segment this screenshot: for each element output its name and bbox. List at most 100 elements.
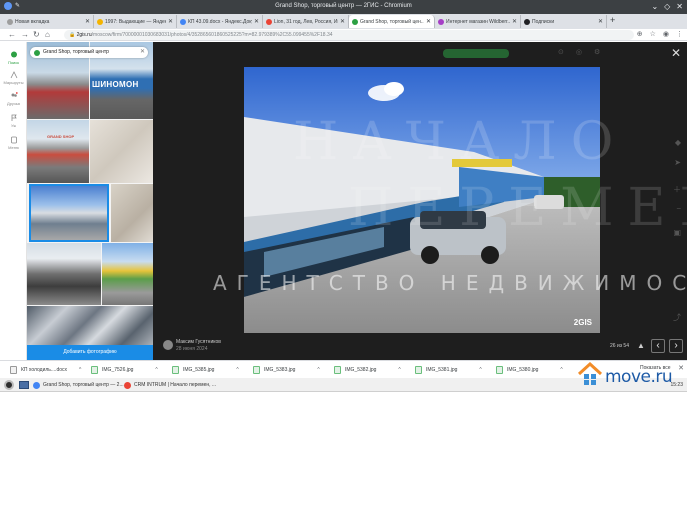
tab-close-icon[interactable]: ✕	[85, 18, 90, 25]
tab[interactable]: Интернет магазин Wildberr... ✕	[435, 15, 521, 28]
image-file-icon	[91, 366, 98, 374]
download-menu-icon[interactable]: ^	[317, 367, 319, 373]
tab-label: 1997: Выдающие — Яндекс	[105, 18, 166, 25]
share-icon[interactable]: ⤴	[673, 312, 681, 323]
zoom-in-icon[interactable]: ＋	[673, 184, 681, 195]
add-place-button[interactable]	[443, 49, 509, 58]
gallery-thumbnail[interactable]	[27, 243, 101, 305]
compass-icon[interactable]: ◆	[675, 138, 681, 147]
download-item[interactable]: КП холодиль....docx ^	[10, 364, 81, 376]
rail-item-flag[interactable]: Уж	[0, 114, 27, 128]
download-name: IMG_5381.jpg	[426, 367, 458, 373]
zoom-out-icon[interactable]: −	[676, 204, 681, 213]
reload-icon[interactable]: ↻	[33, 29, 40, 41]
place-chip[interactable]: Grand Shop, торговый центр ✕	[30, 47, 148, 58]
download-menu-icon[interactable]: ^	[398, 367, 400, 373]
previous-photo-button[interactable]: ‹	[651, 339, 665, 353]
taskbar-window-button[interactable]: CRM INTRUM | Начало перемен, ...	[124, 380, 216, 390]
rail-item-menu[interactable]: Меню	[0, 136, 27, 150]
chip-close-icon[interactable]: ✕	[140, 47, 145, 58]
tab[interactable]: КП 43.09.docx - Яндекс.Докум ✕	[177, 15, 263, 28]
tab-label: Подписки	[532, 18, 555, 25]
map-layers-icon[interactable]: ▣	[673, 228, 681, 237]
zoom-icon[interactable]: ⊕	[637, 29, 643, 41]
download-name: IMG_5383.jpg	[264, 367, 296, 373]
place-pin-icon	[34, 50, 40, 56]
tab[interactable]: Lion, 31 год, Лев, Россия, Ин... ✕	[263, 15, 349, 28]
next-photo-button[interactable]: ›	[669, 339, 683, 353]
close-viewer-icon[interactable]: ✕	[671, 46, 681, 60]
tab[interactable]: 1997: Выдающие — Яндекс ✕	[94, 15, 177, 28]
download-menu-icon[interactable]: ^	[560, 367, 562, 373]
download-item[interactable]: IMG_5385.jpg ^	[172, 364, 239, 376]
minimize-icon[interactable]: ⌄	[651, 1, 658, 12]
rail-label: Уж	[10, 123, 17, 128]
tab[interactable]: Подписки ✕	[521, 15, 607, 28]
menu-dots-icon[interactable]: ⋮	[676, 29, 683, 41]
tab-close-icon[interactable]: ✕	[598, 18, 603, 25]
address-bar[interactable]: 🔒 2gis.ru/moscow/firm/70000001030683031/…	[64, 30, 634, 40]
download-item[interactable]: IMG_5383.jpg ^	[253, 364, 320, 376]
menu-icon	[10, 136, 17, 144]
photo-author: Максим Гусятников 28 июня 2024	[163, 339, 221, 353]
tab-close-icon[interactable]: ✕	[340, 18, 345, 25]
start-menu-icon[interactable]	[4, 380, 14, 390]
gallery-thumbnail[interactable]	[90, 120, 153, 183]
tab-close-icon[interactable]: ✕	[426, 18, 431, 25]
forward-icon[interactable]: →	[21, 29, 29, 41]
download-item[interactable]: IMG_7526.jpg ^	[91, 364, 158, 376]
image-file-icon	[334, 366, 341, 374]
photo-viewer: ⊙ ◎ ⚙ ✕ 2GIS НАЧАЛО ПЕРЕМЕ АГЕНТСТВО НЕД…	[153, 42, 687, 360]
gallery-thumbnail-selected[interactable]	[29, 184, 109, 242]
rail-item-search[interactable]: Поиск	[0, 51, 27, 65]
toolbar-right: ⊕ ☆ ◉ ⋮	[637, 29, 683, 41]
download-name: IMG_7526.jpg	[102, 367, 134, 373]
tab[interactable]: Новая вкладка ✕	[4, 15, 94, 28]
new-tab-icon[interactable]: +	[610, 15, 615, 25]
friends-icon	[11, 92, 18, 97]
bookmark-star-icon[interactable]: ☆	[650, 29, 656, 41]
gallery-thumbnail[interactable]	[102, 243, 153, 305]
gallery-thumbnail[interactable]: GRAND SHOP	[27, 120, 89, 183]
gallery-panel: ШИНОМОН GRAND SHOP Grand Shop, торговый …	[27, 42, 153, 360]
profile-icon[interactable]: ◉	[663, 29, 669, 41]
home-icon[interactable]: ⌂	[45, 29, 50, 41]
restore-icon[interactable]: ◇	[664, 1, 670, 12]
route-icon	[10, 71, 17, 79]
download-menu-icon[interactable]: ^	[79, 367, 81, 373]
move-ru-logo-text: move.ru	[605, 367, 673, 387]
download-menu-icon[interactable]: ^	[236, 367, 238, 373]
back-icon[interactable]: ←	[8, 29, 16, 41]
globe-icon[interactable]: ⊙	[558, 48, 564, 56]
locate-icon[interactable]: ➤	[674, 158, 681, 167]
image-file-icon	[253, 366, 260, 374]
gallery-thumbnail[interactable]	[111, 184, 153, 242]
taskbar-window-label: Grand Shop, торговый центр — 2...	[43, 382, 124, 388]
tab-close-icon[interactable]: ✕	[168, 18, 173, 25]
download-item[interactable]: IMG_5382.jpg ^	[334, 364, 401, 376]
layers-icon[interactable]: ◎	[576, 48, 582, 56]
image-file-icon	[415, 366, 422, 374]
rail-item-friends[interactable]: Друзья	[0, 92, 27, 106]
tab-close-icon[interactable]: ✕	[512, 18, 517, 25]
tab-close-icon[interactable]: ✕	[254, 18, 259, 25]
report-warning-icon[interactable]: ▲	[637, 341, 645, 350]
rail-item-routes[interactable]: Маршруты	[0, 71, 27, 85]
rail-label: Меню	[8, 145, 19, 150]
add-photo-button[interactable]: Добавить фотографию	[27, 345, 153, 360]
settings-icon[interactable]: ⚙	[594, 48, 600, 56]
taskbar-window-button[interactable]: Grand Shop, торговый центр — 2...	[33, 380, 124, 390]
download-menu-icon[interactable]: ^	[479, 367, 481, 373]
photo-brand-watermark: 2GIS	[573, 318, 592, 327]
gallery-thumbnail[interactable]	[27, 306, 153, 346]
download-menu-icon[interactable]: ^	[155, 367, 157, 373]
tab-favicon-icon	[180, 18, 186, 25]
close-window-icon[interactable]: ✕	[676, 1, 683, 12]
tab-active[interactable]: Grand Shop, торговый цен... ✕	[349, 15, 435, 28]
tab-label: Новая вкладка	[15, 18, 50, 25]
left-rail: Поиск Маршруты Друзья Уж Меню	[0, 42, 27, 360]
desktop-icon[interactable]	[19, 381, 29, 389]
tab-favicon-icon	[7, 18, 13, 25]
download-item[interactable]: IMG_5380.jpg ^	[496, 364, 563, 376]
download-item[interactable]: IMG_5381.jpg ^	[415, 364, 482, 376]
